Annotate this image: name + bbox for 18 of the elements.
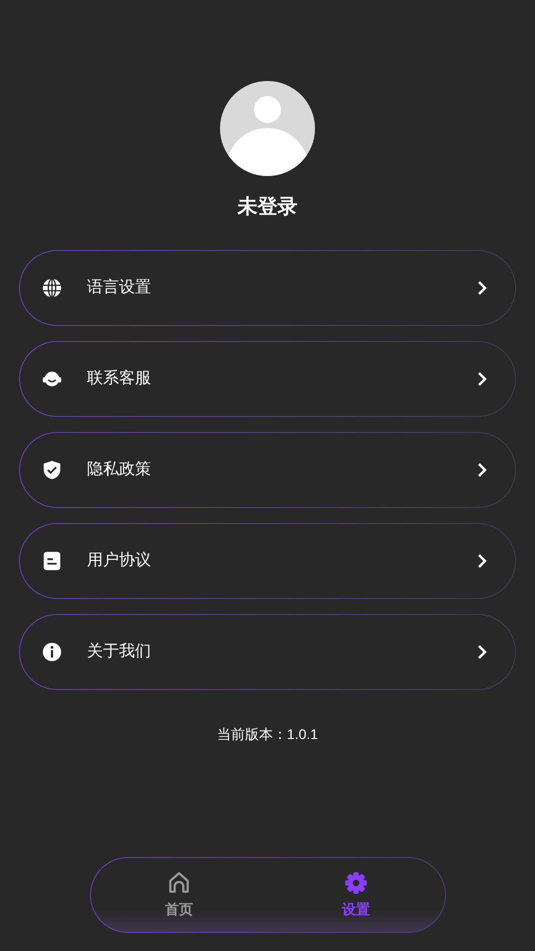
chevron-right-icon <box>475 371 489 387</box>
chevron-right-icon <box>475 553 489 569</box>
menu-item[interactable]: 关于我们 <box>19 614 516 690</box>
menu-item[interactable]: 联系客服 <box>19 341 516 417</box>
gear-icon <box>343 870 369 896</box>
menu-item[interactable]: 语言设置 <box>19 250 516 326</box>
chevron-right-icon <box>475 644 489 660</box>
version-text: 当前版本：1.0.1 <box>216 725 318 744</box>
chevron-right-icon <box>475 280 489 296</box>
username: 未登录 <box>238 195 298 220</box>
nav-tab[interactable]: 首页 <box>165 870 193 920</box>
document-icon <box>41 550 63 572</box>
info-icon <box>41 641 63 663</box>
menu-item[interactable]: 用户协议 <box>19 523 516 599</box>
chevron-right-icon <box>475 462 489 478</box>
menu-item[interactable]: 隐私政策 <box>19 432 516 508</box>
shield-check-icon <box>41 459 63 481</box>
globe-icon <box>41 277 63 299</box>
